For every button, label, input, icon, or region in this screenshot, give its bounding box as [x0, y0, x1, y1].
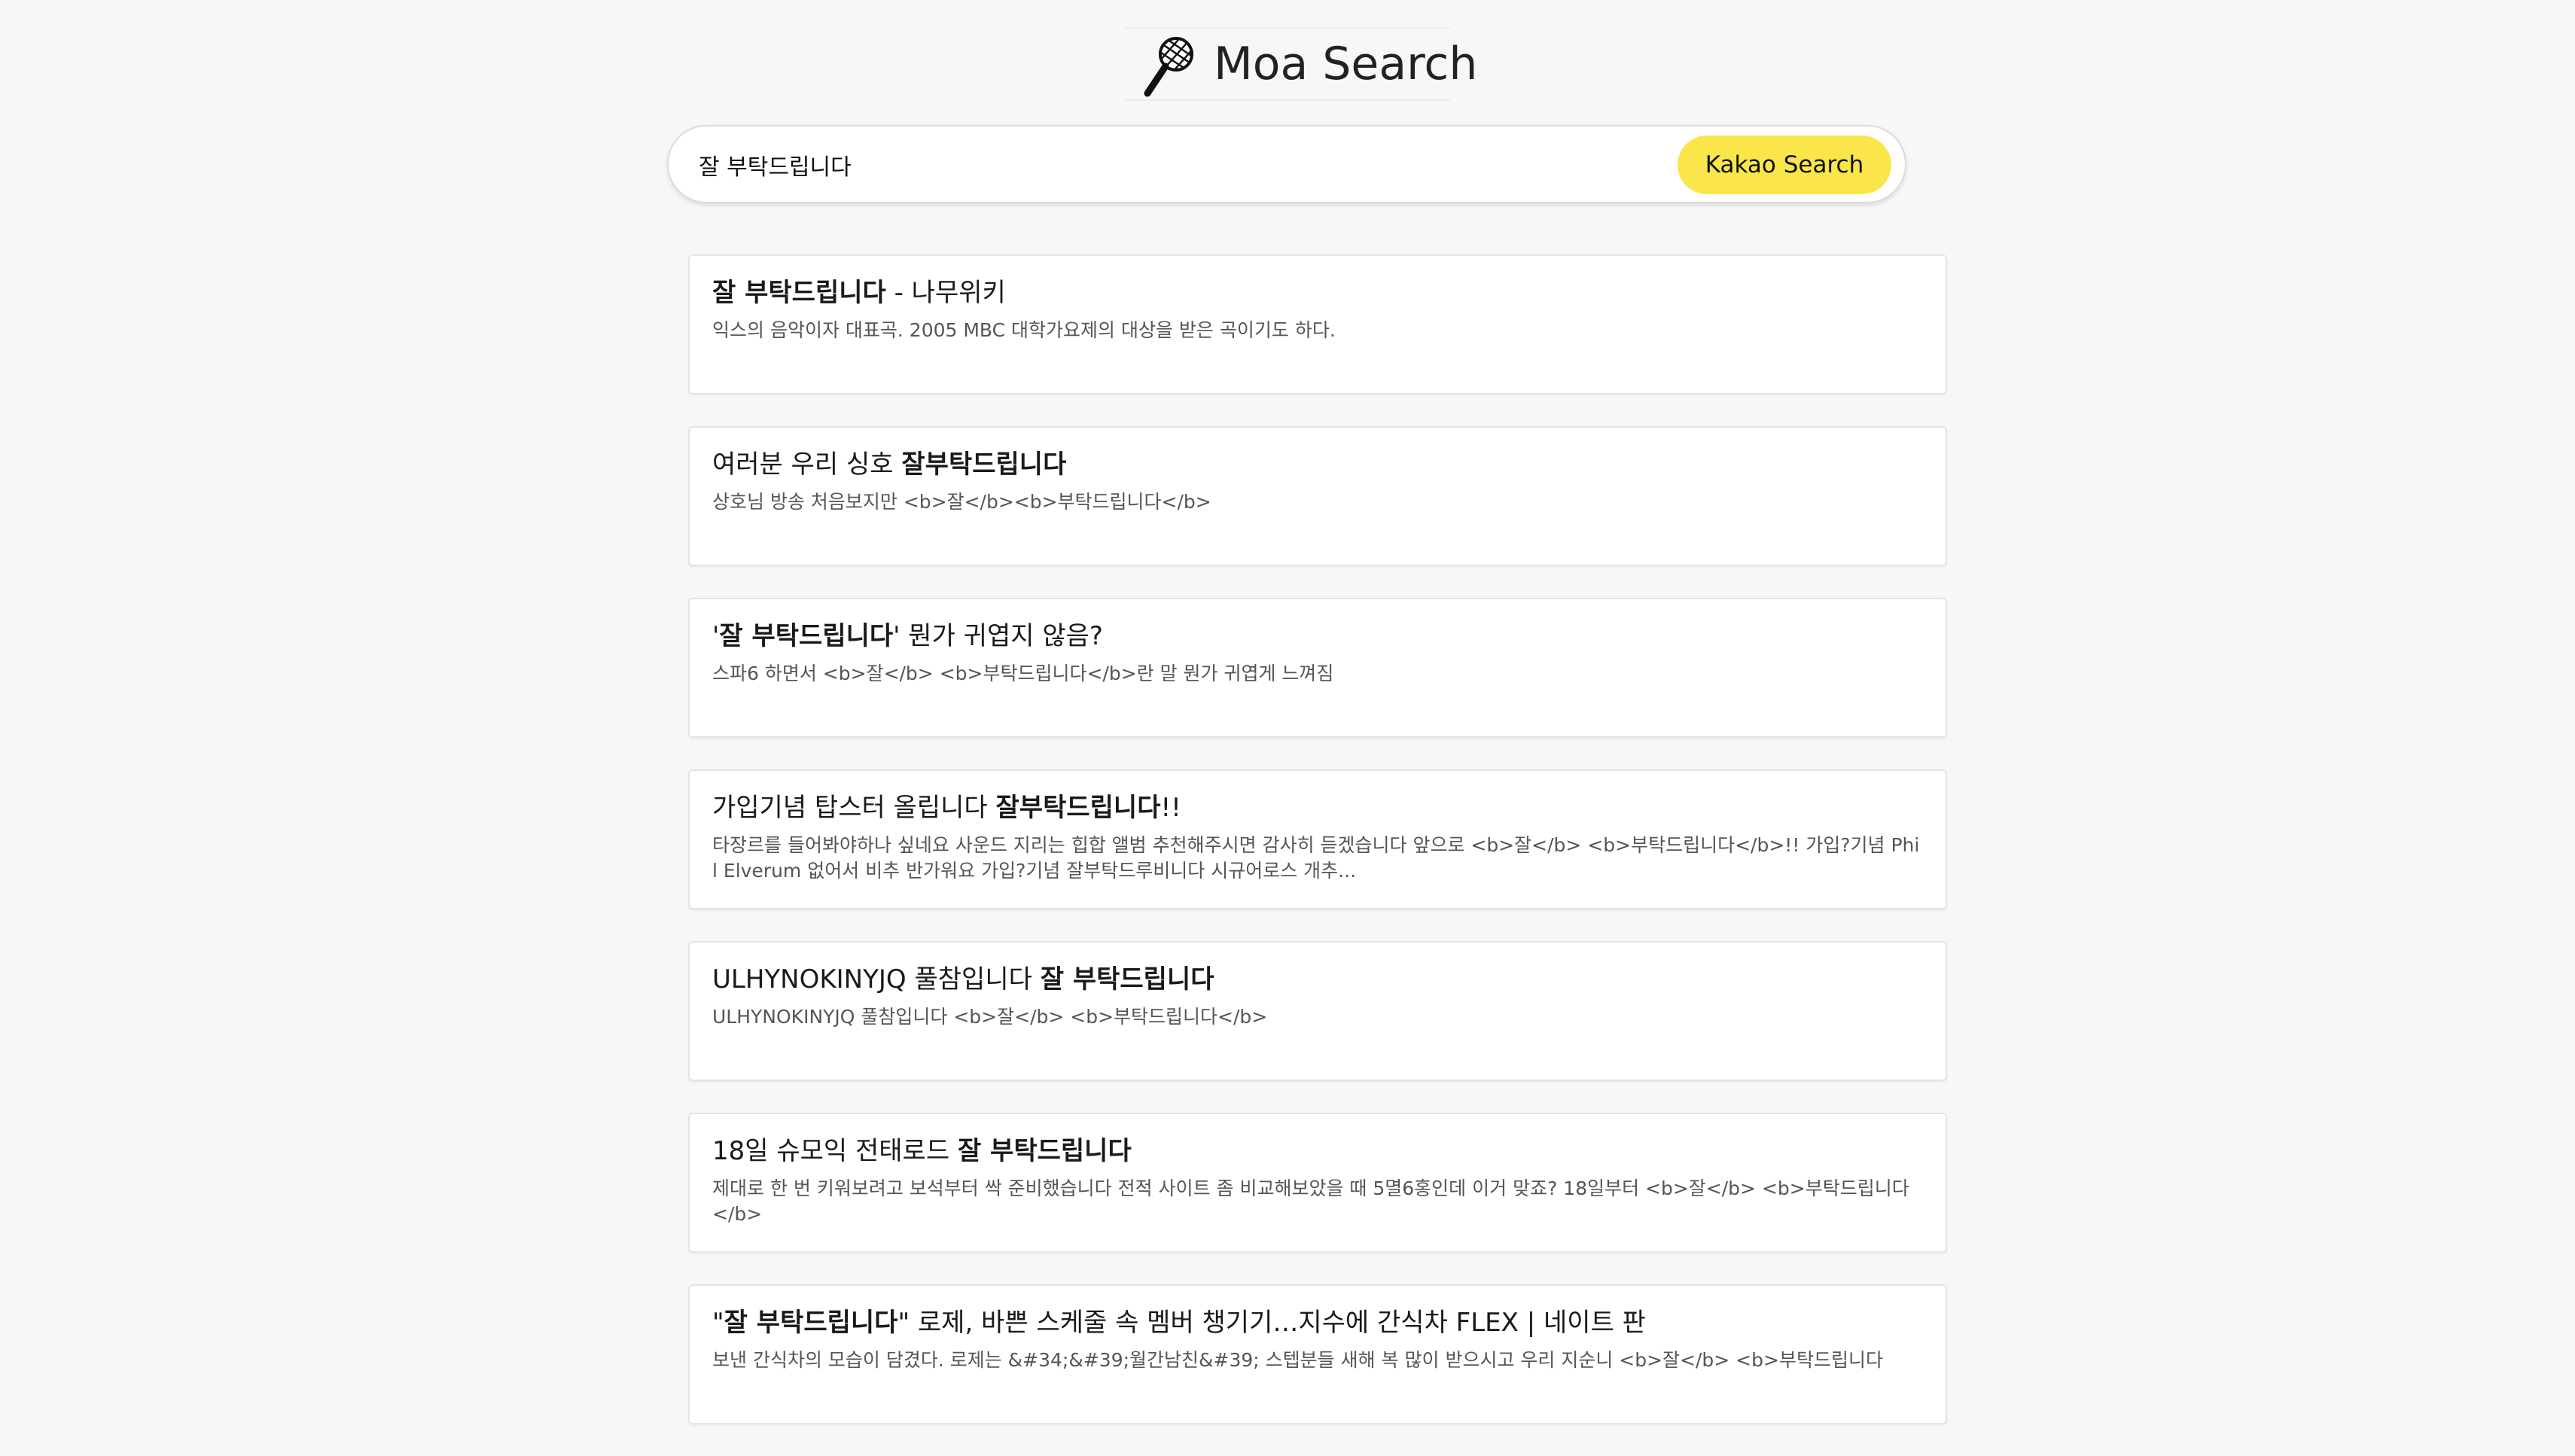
result-card[interactable]: 18일 슈모익 전태로드 잘 부탁드립니다제대로 한 번 키워보려고 보석부터 …	[688, 1113, 1947, 1253]
result-description: 스파6 하면서 <b>잘</b> <b>부탁드립니다</b>란 말 뭔가 귀엽게…	[712, 663, 1334, 684]
result-title[interactable]: 가입기념 탑스터 올립니다 잘부탁드립니다!!	[712, 790, 1923, 825]
result-title-text: ULHYNOKINYJQ 풀참입니다	[712, 964, 1041, 995]
result-title[interactable]: 여러분 우리 싱호 잘부탁드립니다	[712, 447, 1923, 482]
result-title-text: 여러분 우리 싱호	[712, 449, 902, 480]
search-logo-icon	[1144, 37, 1193, 97]
result-title-highlight: 잘 부탁드립니다	[724, 1308, 898, 1338]
result-title-highlight: 잘부탁드립니다	[995, 793, 1161, 823]
result-title-highlight: 잘부탁드립니다	[901, 449, 1067, 480]
result-title-highlight: 잘 부탁드립니다	[957, 1136, 1132, 1166]
result-title[interactable]: "잘 부탁드립니다" 로제, 바쁜 스케줄 속 멤버 챙기기…지수에 간식차 F…	[712, 1305, 1923, 1340]
result-title-text: "	[712, 1308, 724, 1338]
app-header: Moa Search	[1125, 27, 1477, 101]
result-title-highlight: 잘 부탁드립니다	[719, 621, 894, 651]
search-bar: Kakao Search	[667, 125, 1906, 203]
result-description: 익스의 음악이자 대표곡. 2005 MBC 대학가요제의 대상을 받은 곡이기…	[712, 319, 1336, 341]
result-description: 제대로 한 번 키워보려고 보석부터 싹 준비했습니다 전적 사이트 좀 비교해…	[712, 1177, 1909, 1225]
result-title-text: - 나무위키	[885, 278, 1006, 308]
result-card[interactable]: '잘 부탁드립니다' 뭔가 귀엽지 않음? 스파6 하면서 <b>잘</b> <b…	[688, 598, 1947, 738]
result-title-text: " 로제, 바쁜 스케줄 속 멤버 챙기기…지수에 간식차 FLEX | 네이트…	[897, 1308, 1646, 1338]
result-title-text: 18일 슈모익 전태로드	[712, 1136, 958, 1166]
result-title-text: ' 뭔가 귀엽지 않음?	[893, 621, 1103, 651]
app-title: Moa Search	[1214, 38, 1478, 90]
result-title-highlight: 잘 부탁드립니다	[1040, 964, 1214, 995]
kakao-search-button[interactable]: Kakao Search	[1678, 136, 1891, 194]
result-description: 보낸 간식차의 모습이 담겼다. 로제는 &#34;&#39;월간남친&#39;…	[712, 1349, 1883, 1371]
result-title-text: 가입기념 탑스터 올립니다	[712, 793, 996, 823]
result-card[interactable]: 잘 부탁드립니다 - 나무위키익스의 음악이자 대표곡. 2005 MBC 대학…	[688, 254, 1947, 394]
results-list: 잘 부탁드립니다 - 나무위키익스의 음악이자 대표곡. 2005 MBC 대학…	[688, 254, 1947, 1456]
result-description: ULHYNOKINYJQ 풀참입니다 <b>잘</b> <b>부탁드립니다</b…	[712, 1006, 1268, 1028]
result-title[interactable]: 잘 부탁드립니다 - 나무위키	[712, 276, 1923, 310]
result-description: 상호님 방송 처음보지만 <b>잘</b><b>부탁드립니다</b>	[712, 491, 1211, 513]
result-title-text: !!	[1160, 793, 1181, 823]
result-title-text: '	[712, 621, 720, 651]
result-card[interactable]: 여러분 우리 싱호 잘부탁드립니다상호님 방송 처음보지만 <b>잘</b><b…	[688, 426, 1947, 566]
result-description: 타장르를 들어봐야하나 싶네요 사운드 지리는 힙합 앨범 추천해주시면 감사히…	[712, 834, 1920, 882]
search-input[interactable]	[699, 140, 1572, 190]
result-card[interactable]: ULHYNOKINYJQ 풀참입니다 잘 부탁드립니다 ULHYNOKINYJQ …	[688, 941, 1947, 1081]
result-card[interactable]: "잘 부탁드립니다" 로제, 바쁜 스케줄 속 멤버 챙기기…지수에 간식차 F…	[688, 1284, 1947, 1424]
result-title[interactable]: ULHYNOKINYJQ 풀참입니다 잘 부탁드립니다	[712, 962, 1923, 997]
result-title[interactable]: '잘 부탁드립니다' 뭔가 귀엽지 않음?	[712, 619, 1923, 653]
result-title-highlight: 잘 부탁드립니다	[712, 278, 886, 308]
result-title[interactable]: 18일 슈모익 전태로드 잘 부탁드립니다	[712, 1134, 1923, 1168]
result-card[interactable]: 가입기념 탑스터 올립니다 잘부탁드립니다!! 타장르를 들어봐야하나 싶네요 사…	[688, 769, 1947, 909]
